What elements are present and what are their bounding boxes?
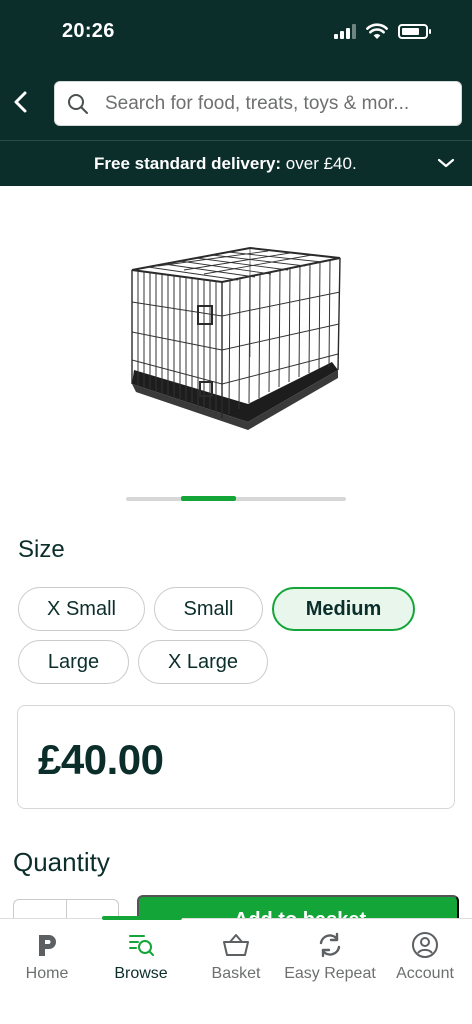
- delivery-threshold-text: over £40.: [281, 154, 357, 173]
- tab-browse[interactable]: Browse: [94, 919, 188, 999]
- tab-basket[interactable]: Basket: [189, 919, 283, 999]
- delivery-text: Free standard delivery: over £40.: [94, 154, 357, 174]
- tab-home-label: Home: [25, 965, 69, 982]
- basket-icon: [223, 934, 249, 956]
- delivery-bold-text: Free standard delivery:: [94, 154, 282, 173]
- easy-repeat-icon: [319, 932, 341, 958]
- tab-home[interactable]: Home: [0, 919, 94, 999]
- wifi-icon: [366, 23, 388, 39]
- size-option-medium[interactable]: Medium: [272, 587, 415, 631]
- chevron-down-icon[interactable]: [436, 155, 456, 171]
- price: £40.00: [38, 736, 164, 783]
- status-time: 20:26: [62, 20, 115, 42]
- status-bar: 20:26: [0, 0, 472, 62]
- size-option-small[interactable]: Small: [154, 587, 263, 631]
- delivery-banner[interactable]: Free standard delivery: over £40.: [0, 140, 472, 186]
- size-option-x-large[interactable]: X Large: [138, 640, 268, 684]
- size-heading: Size: [18, 536, 65, 563]
- size-option-large[interactable]: Large: [18, 640, 129, 684]
- back-chevron-icon[interactable]: [8, 84, 36, 120]
- size-option-x-small[interactable]: X Small: [18, 587, 145, 631]
- tab-account[interactable]: Account: [378, 919, 472, 999]
- dog-crate-image[interactable]: [118, 232, 358, 440]
- browse-icon: [129, 935, 154, 956]
- tab-easy-repeat[interactable]: Easy Repeat: [283, 919, 377, 999]
- tab-basket-label: Basket: [211, 965, 261, 982]
- battery-icon: [398, 24, 431, 39]
- tab-account-label: Account: [396, 965, 454, 982]
- search-icon: [68, 94, 88, 114]
- tab-browse-label: Browse: [114, 965, 168, 982]
- bottom-tab-bar: Home Browse Basket Easy Repeat Account: [0, 916, 472, 1024]
- app-header: 20:26 Search for food, treats, toys & mo…: [0, 0, 472, 140]
- account-icon: [412, 932, 438, 958]
- search-box[interactable]: Search for food, treats, toys & mor...: [54, 81, 462, 126]
- carousel-active-dot: [181, 496, 236, 501]
- tab-easy-repeat-label: Easy Repeat: [284, 965, 376, 982]
- home-p-logo-icon: [39, 935, 56, 956]
- cellular-signal-icon: [334, 24, 358, 39]
- quantity-heading: Quantity: [13, 847, 110, 877]
- image-carousel-indicator[interactable]: [126, 496, 346, 501]
- price-card: £40.00: [17, 705, 455, 809]
- search-input[interactable]: Search for food, treats, toys & mor...: [105, 82, 455, 125]
